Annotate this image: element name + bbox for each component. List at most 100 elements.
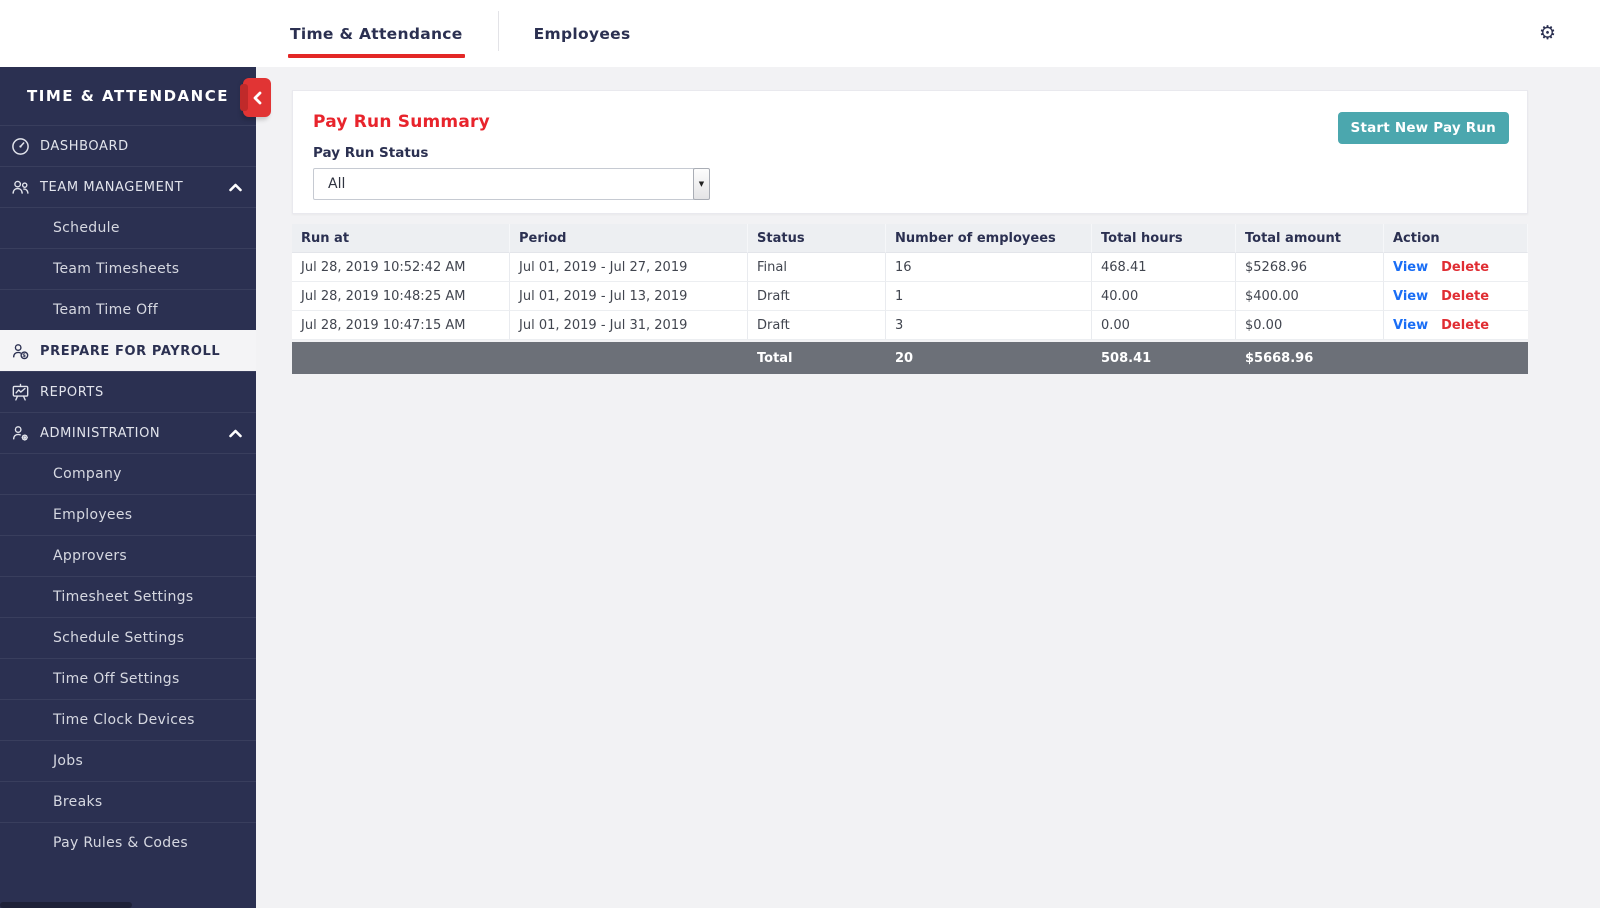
settings-gear-icon[interactable]: ⚙ [1539, 24, 1556, 43]
sidebar-item-label: Schedule [53, 220, 120, 236]
reports-board-icon [10, 382, 30, 402]
column-header-run-at: Run at [292, 224, 510, 253]
sidebar-item-team-timesheets[interactable]: Team Timesheets [0, 248, 256, 289]
cell-status: Draft [748, 282, 886, 311]
table-total-row: Total 20 508.41 $5668.96 [292, 342, 1528, 374]
main-content: Pay Run Summary Pay Run Status All ▼ Sta… [256, 67, 1600, 908]
delete-link[interactable]: Delete [1441, 289, 1489, 304]
sidebar-item-label: Time Clock Devices [53, 712, 195, 728]
cell-period: Jul 01, 2019 - Jul 31, 2019 [510, 311, 748, 340]
chevron-up-icon [229, 429, 242, 438]
person-dollar-icon: $ [10, 341, 30, 361]
pay-run-summary-card: Pay Run Summary Pay Run Status All ▼ Sta… [292, 90, 1528, 214]
cell-employees: 1 [886, 282, 1092, 311]
total-label: Total [748, 342, 886, 374]
tab-time-attendance[interactable]: Time & Attendance [288, 0, 465, 67]
sidebar: TIME & ATTENDANCE DASHBOARD TEAM MANAGEM… [0, 67, 256, 908]
sidebar-item-label: Employees [53, 507, 132, 523]
table-row: Jul 28, 2019 10:52:42 AM Jul 01, 2019 - … [292, 253, 1528, 282]
person-gear-icon [10, 423, 30, 443]
column-header-status: Status [748, 224, 886, 253]
sidebar-item-label: Schedule Settings [53, 630, 184, 646]
sidebar-item-time-off-settings[interactable]: Time Off Settings [0, 658, 256, 699]
column-header-action: Action [1384, 224, 1528, 253]
pay-run-table: Run at Period Status Number of employees… [292, 224, 1528, 374]
dashboard-icon [10, 136, 30, 156]
sidebar-item-reports[interactable]: REPORTS [0, 371, 256, 412]
start-new-pay-run-button[interactable]: Start New Pay Run [1338, 112, 1509, 144]
sidebar-item-pay-rules-codes[interactable]: Pay Rules & Codes [0, 822, 256, 863]
sidebar-item-dashboard[interactable]: DASHBOARD [0, 125, 256, 166]
sidebar-item-label: Breaks [53, 794, 102, 810]
cell-status: Final [748, 253, 886, 282]
cell-employees: 16 [886, 253, 1092, 282]
table-header-row: Run at Period Status Number of employees… [292, 224, 1528, 253]
sidebar-item-schedule[interactable]: Schedule [0, 207, 256, 248]
sidebar-item-label: Timesheet Settings [53, 589, 193, 605]
sidebar-item-label: Time Off Settings [53, 671, 180, 687]
sidebar-item-label: ADMINISTRATION [40, 426, 160, 441]
delete-link[interactable]: Delete [1441, 260, 1489, 275]
cell-employees: 3 [886, 311, 1092, 340]
sidebar-item-timesheet-settings[interactable]: Timesheet Settings [0, 576, 256, 617]
pay-run-status-select[interactable]: All ▼ [313, 168, 695, 200]
cell-period: Jul 01, 2019 - Jul 13, 2019 [510, 282, 748, 311]
sidebar-item-team-management[interactable]: TEAM MANAGEMENT [0, 166, 256, 207]
cell-total-amount: $400.00 [1236, 282, 1384, 311]
page-title: Pay Run Summary [313, 112, 1509, 132]
cell-total-amount: $5268.96 [1236, 253, 1384, 282]
cell-action: View Delete [1384, 253, 1528, 282]
column-header-total-amount: Total amount [1236, 224, 1384, 253]
sidebar-item-label: Approvers [53, 548, 127, 564]
view-link[interactable]: View [1393, 289, 1428, 304]
cell-period: Jul 01, 2019 - Jul 27, 2019 [510, 253, 748, 282]
column-header-period: Period [510, 224, 748, 253]
select-dropdown-arrow-icon: ▼ [693, 168, 710, 200]
tab-label: Time & Attendance [290, 25, 463, 43]
sidebar-item-label: PREPARE FOR PAYROLL [40, 344, 220, 359]
total-empty [510, 342, 748, 374]
cell-total-hours: 0.00 [1092, 311, 1236, 340]
column-header-total-hours: Total hours [1092, 224, 1236, 253]
tab-employees[interactable]: Employees [532, 0, 633, 67]
total-empty [1384, 342, 1528, 374]
svg-text:$: $ [22, 353, 26, 359]
sidebar-item-jobs[interactable]: Jobs [0, 740, 256, 781]
sidebar-item-label: TEAM MANAGEMENT [40, 180, 183, 195]
cell-status: Draft [748, 311, 886, 340]
total-employees: 20 [886, 342, 1092, 374]
sidebar-title: TIME & ATTENDANCE [0, 67, 256, 125]
cell-total-amount: $0.00 [1236, 311, 1384, 340]
table-row: Jul 28, 2019 10:48:25 AM Jul 01, 2019 - … [292, 282, 1528, 311]
table-row: Jul 28, 2019 10:47:15 AM Jul 01, 2019 - … [292, 311, 1528, 340]
sidebar-item-label: Company [53, 466, 122, 482]
cell-run-at: Jul 28, 2019 10:48:25 AM [292, 282, 510, 311]
sidebar-item-prepare-for-payroll[interactable]: $ PREPARE FOR PAYROLL [0, 330, 256, 371]
sidebar-item-administration[interactable]: ADMINISTRATION [0, 412, 256, 453]
cell-total-hours: 40.00 [1092, 282, 1236, 311]
team-icon [10, 177, 30, 197]
cell-run-at: Jul 28, 2019 10:52:42 AM [292, 253, 510, 282]
sidebar-item-label: Team Timesheets [53, 261, 179, 277]
sidebar-item-schedule-settings[interactable]: Schedule Settings [0, 617, 256, 658]
view-link[interactable]: View [1393, 260, 1428, 275]
sidebar-item-label: REPORTS [40, 385, 104, 400]
sidebar-item-employees[interactable]: Employees [0, 494, 256, 535]
cell-action: View Delete [1384, 311, 1528, 340]
sidebar-scrollbar[interactable] [0, 902, 132, 908]
chevron-left-icon [252, 91, 262, 105]
sidebar-item-breaks[interactable]: Breaks [0, 781, 256, 822]
cell-action: View Delete [1384, 282, 1528, 311]
sidebar-item-approvers[interactable]: Approvers [0, 535, 256, 576]
view-link[interactable]: View [1393, 318, 1428, 333]
column-header-employees: Number of employees [886, 224, 1092, 253]
delete-link[interactable]: Delete [1441, 318, 1489, 333]
sidebar-item-label: DASHBOARD [40, 139, 129, 154]
sidebar-item-company[interactable]: Company [0, 453, 256, 494]
cell-total-hours: 468.41 [1092, 253, 1236, 282]
sidebar-collapse-button[interactable] [243, 78, 271, 117]
sidebar-item-time-clock-devices[interactable]: Time Clock Devices [0, 699, 256, 740]
sidebar-item-label: Team Time Off [53, 302, 158, 318]
select-value: All [328, 176, 345, 192]
sidebar-item-team-time-off[interactable]: Team Time Off [0, 289, 256, 330]
